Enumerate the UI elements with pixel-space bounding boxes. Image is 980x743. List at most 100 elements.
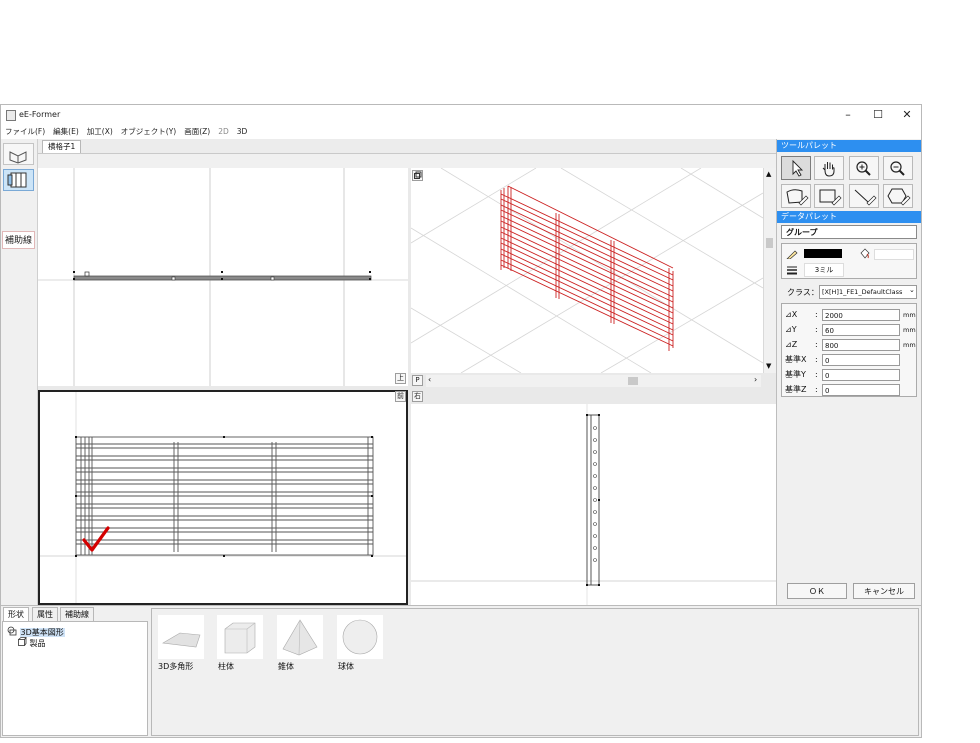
unit-label: mm <box>903 311 916 319</box>
class-value: [X[H]1_FE1_DefaultClass <box>822 288 903 296</box>
field-row-dx: ⊿X:2000 mm <box>785 309 916 321</box>
line-color-swatch[interactable] <box>804 249 842 258</box>
scroll-up-icon[interactable]: ▲ <box>766 170 771 178</box>
maximize-button[interactable]: ☐ <box>863 105 893 125</box>
scroll-left-icon[interactable]: ‹ <box>428 375 431 384</box>
fill-color-swatch[interactable] <box>874 249 914 260</box>
rectangle-draw-tool[interactable] <box>814 184 844 208</box>
select-tool[interactable] <box>781 156 811 180</box>
menu-edit[interactable]: 編集(E) <box>49 125 83 139</box>
box-icon <box>18 637 27 646</box>
menu-2d[interactable]: 2D <box>214 125 233 139</box>
zoom-out-tool[interactable] <box>883 156 913 180</box>
tree-item-3d-basic[interactable]: 3D基本図形 <box>7 626 97 637</box>
pyramid-thumbnail[interactable] <box>277 615 323 659</box>
field-label: ⊿X <box>785 310 798 319</box>
class-select[interactable]: [X[H]1_FE1_DefaultClass <box>819 285 917 299</box>
bottom-panel: 形状 属性 補助線 3D基本図形 製品 3D多角形 柱体 錐体 球体 <box>1 605 921 737</box>
minimize-button[interactable]: – <box>833 105 863 125</box>
fill-bucket-icon <box>860 248 870 259</box>
perspective-viewport[interactable] <box>411 168 763 373</box>
class-row: クラス： [X[H]1_FE1_DefaultClass ⌄ <box>781 285 917 299</box>
check-mark-icon <box>82 526 110 552</box>
scroll-right-icon[interactable]: › <box>754 375 757 384</box>
field-row-base-y: 基準Y:0 <box>785 368 915 382</box>
vertical-scrollbar[interactable]: ▲ ▼ <box>763 168 776 373</box>
sphere-thumbnail[interactable] <box>337 615 383 659</box>
pan-tool[interactable] <box>814 156 844 180</box>
view-layout-icon <box>7 172 27 188</box>
field-row-base-x: 基準X:0 <box>785 353 915 367</box>
zoom-in-tool[interactable] <box>849 156 879 180</box>
right-view-button[interactable]: 右 <box>412 391 423 402</box>
field-label: 基準Y <box>785 370 806 379</box>
base-y-input[interactable]: 0 <box>822 369 900 381</box>
base-x-input[interactable]: 0 <box>822 354 900 366</box>
scroll-thumb-v[interactable] <box>766 238 773 248</box>
sphere-icon <box>342 619 378 655</box>
menu-object[interactable]: オブジェクト(Y) <box>117 125 180 139</box>
pencil-icon <box>786 250 798 259</box>
tab-attribute[interactable]: 属性 <box>32 607 58 622</box>
menu-3d[interactable]: 3D <box>233 125 252 139</box>
close-button[interactable]: ✕ <box>892 105 921 125</box>
tab-shape[interactable]: 形状 <box>3 607 29 622</box>
polygon-3d-icon <box>162 632 201 648</box>
dx-input[interactable]: 2000 <box>822 309 900 321</box>
ok-button[interactable]: ＯＫ <box>787 583 847 599</box>
polygon-3d-label: 3D多角形 <box>158 662 194 671</box>
document-tab[interactable]: 横格子1 <box>42 140 82 153</box>
unit-label: mm <box>903 341 916 349</box>
window-title: eE-Former <box>19 110 61 119</box>
horizontal-scrollbar[interactable]: ‹ › <box>426 375 761 387</box>
field-label: ⊿Y <box>785 325 797 334</box>
prism-icon <box>224 622 256 654</box>
menu-file[interactable]: ファイル(F) <box>1 125 49 139</box>
menu-process[interactable]: 加工(X) <box>83 125 117 139</box>
data-palette-title: データパレット <box>777 211 921 223</box>
tree-item-product[interactable]: 製品 <box>17 637 77 648</box>
tab-guide-line[interactable]: 補助線 <box>60 607 94 622</box>
scroll-down-icon[interactable]: ▼ <box>766 362 771 370</box>
menu-bar: ファイル(F) 編集(E) 加工(X) オブジェクト(Y) 画面(Z) 2D 3D <box>1 125 921 139</box>
rectangle-pencil-icon <box>819 189 842 206</box>
dz-input[interactable]: 800 <box>822 339 900 351</box>
tool-palette-title: ツールパレット <box>777 140 921 152</box>
chevron-down-icon[interactable]: ⌄ <box>909 286 915 294</box>
dy-input[interactable]: 60 <box>822 324 900 336</box>
guide-line-tab[interactable]: 補助線 <box>2 231 35 249</box>
polygon-3d-thumbnail[interactable] <box>158 615 204 659</box>
field-row-base-z: 基準Z:0 <box>785 383 915 397</box>
perspective-button[interactable]: P <box>412 375 423 386</box>
view-mode-button[interactable] <box>412 170 423 181</box>
top-view-button[interactable]: 上 <box>395 373 406 384</box>
zoom-in-icon <box>856 161 871 176</box>
hexagon-draw-tool[interactable] <box>883 184 913 208</box>
menu-view[interactable]: 画面(Z) <box>180 125 214 139</box>
line-draw-tool[interactable] <box>849 184 879 208</box>
title-bar: eE-Former – ☐ ✕ <box>1 105 921 125</box>
open-book-icon <box>9 151 27 164</box>
right-viewport[interactable] <box>411 404 776 605</box>
polygon-draw-tool[interactable] <box>781 184 811 208</box>
cancel-button[interactable]: キャンセル <box>853 583 915 599</box>
perspective-drawing <box>411 168 763 373</box>
tree-item-label: 製品 <box>29 639 46 648</box>
polygon-pencil-icon <box>786 189 809 206</box>
view-layout-button[interactable] <box>3 169 34 191</box>
front-view-button[interactable]: 前 <box>395 391 406 402</box>
prism-thumbnail[interactable] <box>217 615 263 659</box>
front-viewport[interactable] <box>38 390 408 605</box>
line-width-value[interactable]: 3ミル <box>804 263 844 277</box>
top-viewport[interactable] <box>38 168 408 386</box>
line-pencil-icon <box>854 189 877 206</box>
field-label: 基準Z <box>785 385 807 394</box>
coordinate-box: ⊿X:2000 mm ⊿Y:60 mm ⊿Z:800 mm 基準X:0 基準Y:0 基… <box>781 303 917 397</box>
unit-label: mm <box>903 326 916 334</box>
pyramid-label: 錐体 <box>278 662 294 671</box>
scroll-thumb-h[interactable] <box>628 377 638 385</box>
shape-gallery: 3D多角形 柱体 錐体 球体 <box>151 608 919 736</box>
base-z-input[interactable]: 0 <box>822 384 900 396</box>
open-book-button[interactable] <box>3 143 34 165</box>
zoom-out-icon <box>890 161 905 176</box>
